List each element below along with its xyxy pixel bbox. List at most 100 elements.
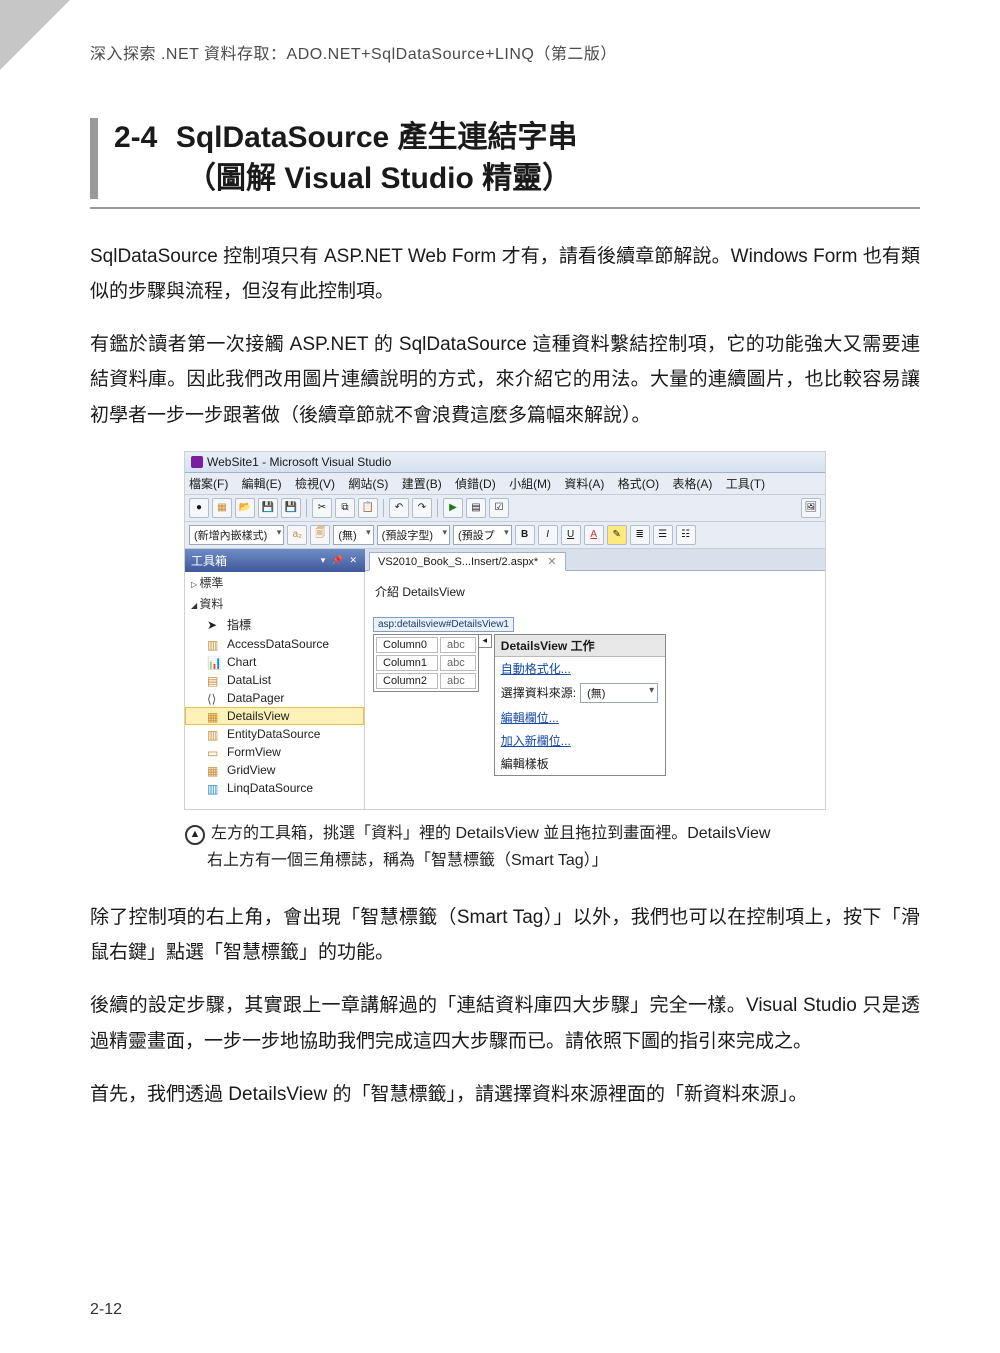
toolbar-separator [383, 499, 384, 517]
bold-button[interactable]: B [515, 525, 535, 545]
menu-team[interactable]: 小組(M) [509, 477, 551, 491]
toolbox-item-chart[interactable]: 📊Chart [185, 653, 364, 671]
menu-table[interactable]: 表格(A) [672, 477, 712, 491]
control-selector-tag: asp:detailsview#DetailsView1 [373, 617, 514, 632]
smart-autoformat-link[interactable]: 自動格式化... [501, 662, 571, 676]
formview-icon: ▭ [207, 746, 221, 758]
toolbar-redo-icon[interactable]: ↷ [412, 498, 432, 518]
gridview-icon: ▦ [207, 764, 221, 776]
toolbox-item-gridview[interactable]: ▦GridView [185, 761, 364, 779]
vs-titlebar: WebSite1 - Microsoft Visual Studio [185, 452, 825, 473]
datalist-icon: ▤ [207, 674, 221, 686]
toolbar-undo-icon[interactable]: ↶ [389, 498, 409, 518]
menu-build[interactable]: 建置(B) [402, 477, 442, 491]
toolbar-save-icon[interactable]: 💾 [258, 498, 278, 518]
vs-standard-toolbar[interactable]: ● ▦ 📂 💾 💾 ✂ ⧉ 📋 ↶ ↷ ▶ ▤ ☑ 🖼 [185, 495, 825, 522]
body-paragraph-3: 除了控制項的右上角，會出現「智慧標籤（Smart Tag）」以外，我們也可以在控… [90, 900, 920, 970]
smart-tag-chevron-icon[interactable]: ◂ [478, 634, 492, 648]
vs-format-toolbar[interactable]: (新增內嵌樣式) a₂ 🗐 (無) (預設字型) (預設プ B I U A ✎ … [185, 522, 825, 549]
design-surface[interactable]: 介紹 DetailsView asp:detailsview#DetailsVi… [365, 571, 825, 809]
toolbox-item-entitydatasource[interactable]: ▥EntityDataSource [185, 725, 364, 743]
dv-cell-val: abc [440, 637, 476, 653]
page-number: 2-12 [90, 1301, 122, 1319]
smart-tag-title: DetailsView 工作 [495, 635, 665, 657]
toolbar-paste-icon[interactable]: 📋 [358, 498, 378, 518]
menu-edit[interactable]: 編輯(E) [242, 477, 282, 491]
toolbox-item-detailsview[interactable]: ▦DetailsView [185, 707, 364, 725]
datasource-icon: ▥ [207, 782, 221, 794]
toolbar-copy-icon[interactable]: ⧉ [335, 498, 355, 518]
caption-up-icon: ▲ [185, 825, 205, 845]
toolbar-cut-icon[interactable]: ✂ [312, 498, 332, 518]
italic-button[interactable]: I [538, 525, 558, 545]
toolbar-button[interactable]: a₂ [287, 525, 307, 545]
toolbox-item-datalist[interactable]: ▤DataList [185, 671, 364, 689]
smart-add-field-link[interactable]: 加入新欄位... [501, 734, 571, 748]
toolbox-category-standard[interactable]: 標準 [185, 572, 364, 593]
detailsview-preview[interactable]: Column0abc Column1abc Column2abc [373, 634, 479, 692]
smart-tag-glyphs[interactable]: ◂ [478, 634, 492, 649]
smart-edit-template-link[interactable]: 編輯樣板 [495, 752, 665, 775]
smart-edit-fields-link[interactable]: 編輯欄位... [501, 711, 559, 725]
align-button[interactable]: ≣ [630, 525, 650, 545]
highlight-button[interactable]: ✎ [607, 525, 627, 545]
menu-view[interactable]: 檢視(V) [295, 477, 335, 491]
vs-menubar[interactable]: 檔案(F) 編輯(E) 檢視(V) 網站(S) 建置(B) 偵錯(D) 小組(M… [185, 473, 825, 495]
menu-data[interactable]: 資料(A) [564, 477, 604, 491]
datapager-icon: ⟨⟩ [207, 692, 221, 704]
bullets-button[interactable]: ☰ [653, 525, 673, 545]
toolbar-button[interactable]: 🖼 [801, 498, 821, 518]
caption-line1: 左方的工具箱，挑選「資料」裡的 DetailsView 並且拖拉到畫面裡。Det… [211, 825, 771, 842]
close-tab-icon[interactable]: ✕ [547, 556, 556, 568]
section-heading: 2-4 SqlDataSource 產生連結字串 （圖解 Visual Stud… [90, 118, 920, 209]
document-tab-active[interactable]: VS2010_Book_S...Insert/2.aspx* ✕ [369, 552, 566, 571]
toolbox-item-linqdatasource[interactable]: ▥LinqDataSource [185, 779, 364, 797]
toolbar-button[interactable]: ▤ [466, 498, 486, 518]
menu-format[interactable]: 格式(O) [618, 477, 659, 491]
size-combo[interactable]: (預設プ [453, 525, 512, 545]
vs-workspace: 工具箱 ▾ 📌 ✕ 標準 資料 ➤指標 ▥AccessDataSource 📊C… [185, 549, 825, 809]
section-title-line2: （圖解 Visual Studio 精靈） [186, 162, 572, 195]
underline-button[interactable]: U [561, 525, 581, 545]
toolbox-item-formview[interactable]: ▭FormView [185, 743, 364, 761]
toolbox-body[interactable]: 標準 資料 ➤指標 ▥AccessDataSource 📊Chart ▤Data… [185, 572, 365, 809]
toolbar-button[interactable]: ● [189, 498, 209, 518]
numbering-button[interactable]: ☷ [676, 525, 696, 545]
toolbox-item-pointer[interactable]: ➤指標 [185, 614, 364, 635]
forecolor-button[interactable]: A [584, 525, 604, 545]
menu-file[interactable]: 檔案(F) [189, 477, 228, 491]
toolbar-separator [306, 499, 307, 517]
toolbar-open-icon[interactable]: 📂 [235, 498, 255, 518]
toolbox-header[interactable]: 工具箱 ▾ 📌 ✕ [185, 549, 365, 572]
toolbox-category-data[interactable]: 資料 [185, 593, 364, 614]
figure-caption: ▲ 左方的工具箱，挑選「資料」裡的 DetailsView 並且拖拉到畫面裡。De… [185, 820, 825, 874]
vs-window-title: WebSite1 - Microsoft Visual Studio [207, 455, 391, 469]
pointer-icon: ➤ [207, 618, 221, 630]
dv-cell-col: Column1 [376, 655, 438, 671]
datasource-icon: ▥ [207, 728, 221, 740]
toolbar-saveall-icon[interactable]: 💾 [281, 498, 301, 518]
toolbar-new-icon[interactable]: ▦ [212, 498, 232, 518]
menu-website[interactable]: 網站(S) [348, 477, 388, 491]
toolbar-separator [437, 499, 438, 517]
smart-choose-ds-combo[interactable]: (無) [580, 683, 658, 703]
document-tabstrip[interactable]: VS2010_Book_S...Insert/2.aspx* ✕ [365, 549, 825, 571]
vs-logo-icon [191, 456, 203, 468]
menu-tools[interactable]: 工具(T) [726, 477, 765, 491]
toolbar-run-icon[interactable]: ▶ [443, 498, 463, 518]
running-header: 深入探索 .NET 資料存取：ADO.NET+SqlDataSource+LIN… [90, 40, 920, 64]
body-paragraph-2: 有鑑於讀者第一次接觸 ASP.NET 的 SqlDataSource 這種資料繫… [90, 327, 920, 432]
dv-cell-col: Column0 [376, 637, 438, 653]
style-combo[interactable]: (新增內嵌樣式) [189, 525, 284, 545]
toolbox-item-datapager[interactable]: ⟨⟩DataPager [185, 689, 364, 707]
body-paragraph-5: 首先，我們透過 DetailsView 的「智慧標籤」，請選擇資料來源裡面的「新… [90, 1077, 920, 1112]
menu-debug[interactable]: 偵錯(D) [455, 477, 496, 491]
font-combo[interactable]: (預設字型) [377, 525, 450, 545]
toolbox-item-accessdatasource[interactable]: ▥AccessDataSource [185, 635, 364, 653]
toolbar-button[interactable]: ☑ [489, 498, 509, 518]
body-paragraph-4: 後續的設定步驟，其實跟上一章講解過的「連結資料庫四大步驟」完全一樣。Visual… [90, 988, 920, 1058]
section-number: 2-4 [114, 121, 157, 154]
tag-combo[interactable]: (無) [333, 525, 373, 545]
toolbar-button[interactable]: 🗐 [310, 525, 330, 545]
toolbox-header-icons[interactable]: ▾ 📌 ✕ [321, 555, 359, 566]
